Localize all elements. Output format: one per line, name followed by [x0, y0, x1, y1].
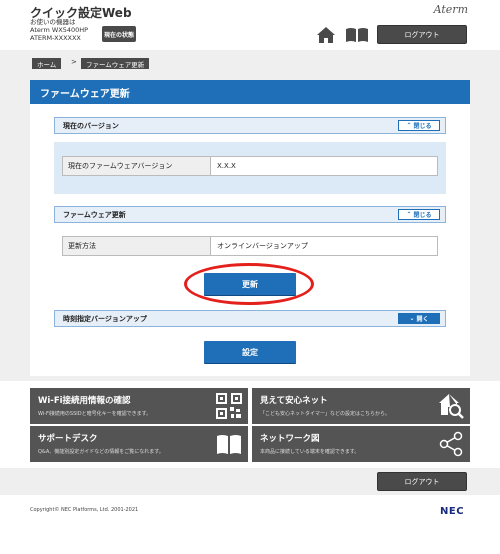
tile-title: サポートデスク	[38, 434, 98, 444]
page-title: ファームウェア更新	[30, 80, 470, 104]
tile-description: 「こども安心ネットタイマー」などの設定はこちらから。	[260, 411, 391, 417]
book-icon	[217, 435, 241, 454]
expand-button[interactable]: ⌄ 開く	[398, 313, 440, 324]
tile-title: ネットワーク図	[260, 434, 320, 444]
home-search-icon	[439, 394, 464, 419]
logout-button[interactable]: ログアウト	[377, 472, 467, 491]
device-id: ATERM-XXXXXX	[30, 34, 81, 42]
nec-logo: NEC	[440, 506, 465, 517]
tile-network-map[interactable]: ネットワーク図 本商品に接続している端末を確認できます。	[252, 426, 470, 462]
tile-title: 見えて安心ネット	[260, 396, 328, 406]
chevron-up-icon: ⌃	[406, 122, 412, 129]
current-version-row: 現在のファームウェアバージョン X.X.X	[62, 156, 438, 176]
aterm-logo: Aterm	[433, 3, 468, 16]
field-label: 更新方法	[63, 237, 211, 255]
chevron-down-icon: ⌄	[409, 315, 415, 322]
collapse-label: 閉じる	[413, 123, 432, 130]
update-method-row: 更新方法 オンラインバージョンアップ	[62, 236, 438, 256]
device-info: お使いの機器は Aterm WX5400HP ATERM-XXXXXX	[30, 18, 88, 42]
firmware-version-value: X.X.X	[217, 162, 236, 170]
section-title: 現在のバージョン	[63, 121, 119, 130]
update-method-value: オンラインバージョンアップ	[217, 242, 308, 250]
tile-wifi-info[interactable]: Wi-Fi接続用情報の確認 Wi-Fi接続用のSSIDと暗号化キーを確認できます…	[30, 388, 248, 424]
set-button[interactable]: 設定	[204, 341, 296, 363]
logout-button[interactable]: ログアウト	[377, 25, 467, 44]
chevron-up-icon: ⌃	[406, 211, 412, 218]
tile-safety-net[interactable]: 見えて安心ネット 「こども安心ネットタイマー」などの設定はこちらから。	[252, 388, 470, 424]
breadcrumb-separator: >	[71, 58, 77, 66]
current-status-button[interactable]: 現在の状態	[102, 26, 136, 42]
tile-description: Q&A、機能別設定ガイドなどの情報をご覧になれます。	[38, 449, 164, 455]
network-icon	[439, 431, 463, 457]
update-button[interactable]: 更新	[204, 273, 296, 295]
collapse-button[interactable]: ⌃ 閉じる	[398, 209, 440, 220]
tile-description: 本商品に接続している端末を確認できます。	[260, 449, 360, 455]
tile-description: Wi-Fi接続用のSSIDと暗号化キーを確認できます。	[38, 411, 152, 417]
home-icon[interactable]	[316, 26, 336, 44]
expand-label: 開く	[416, 316, 429, 323]
breadcrumb-current: ファームウェア更新	[81, 58, 150, 69]
tile-title: Wi-Fi接続用情報の確認	[38, 396, 131, 406]
device-info-line: お使いの機器は	[30, 18, 76, 26]
qr-code-icon	[216, 393, 242, 419]
field-label: 現在のファームウェアバージョン	[63, 157, 211, 175]
book-icon[interactable]	[345, 27, 369, 43]
section-current-version: 現在のバージョン ⌃ 閉じる	[54, 117, 446, 134]
copyright-text: Copyright© NEC Platforms, Ltd. 2001-2021	[30, 507, 139, 513]
header: クイック設定Web お使いの機器は Aterm WX5400HP ATERM-X…	[0, 0, 500, 50]
breadcrumb-home[interactable]: ホーム	[32, 58, 62, 69]
section-title: 時刻指定バージョンアップ	[63, 314, 147, 323]
tile-support-desk[interactable]: サポートデスク Q&A、機能別設定ガイドなどの情報をご覧になれます。	[30, 426, 248, 462]
breadcrumb: ホーム > ファームウェア更新	[0, 50, 500, 76]
collapse-label: 閉じる	[413, 212, 432, 219]
section-title: ファームウェア更新	[63, 210, 126, 219]
section-firmware-update: ファームウェア更新 ⌃ 閉じる	[54, 206, 446, 223]
collapse-button[interactable]: ⌃ 閉じる	[398, 120, 440, 131]
device-model: Aterm WX5400HP	[30, 26, 89, 34]
section-scheduled-update: 時刻指定バージョンアップ ⌄ 開く	[54, 310, 446, 327]
